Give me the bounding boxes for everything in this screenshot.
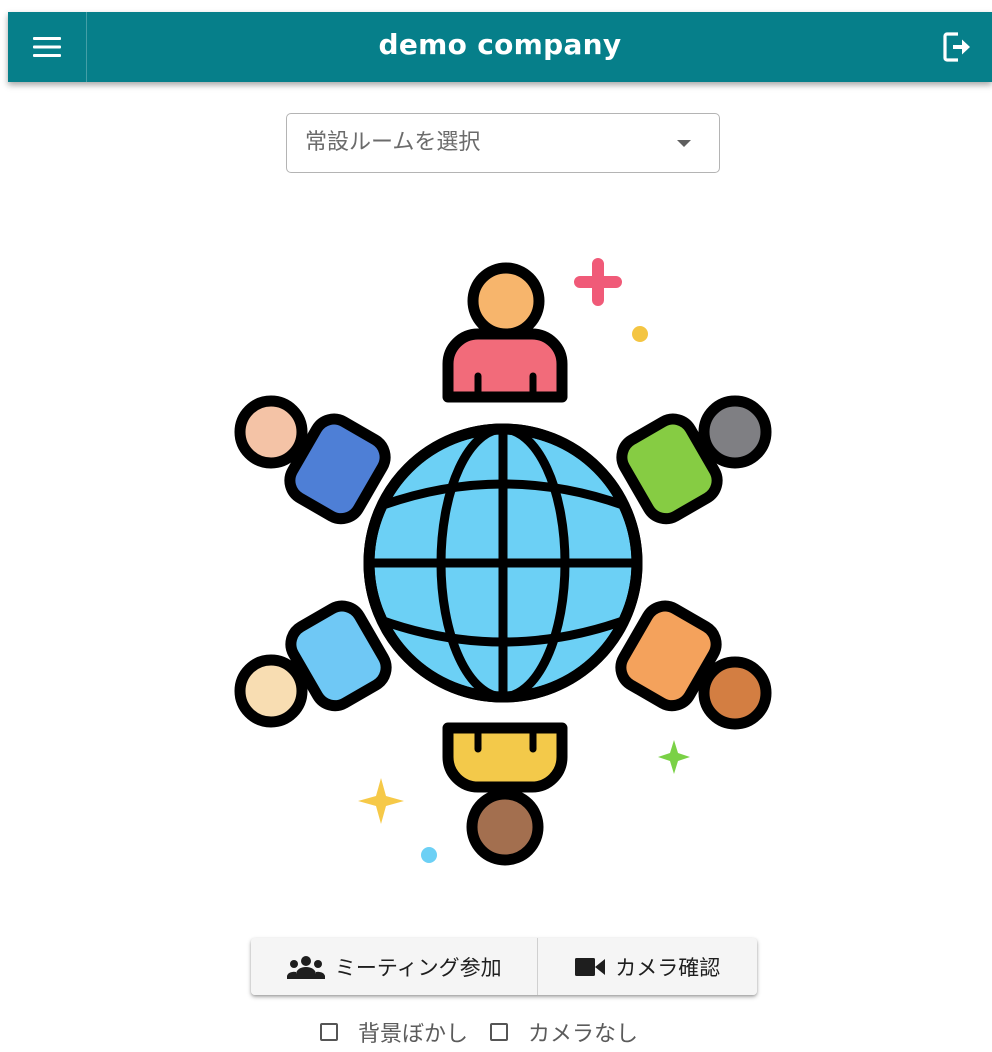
blur-background-label: 背景ぼかし <box>358 1022 469 1047</box>
no-camera-label: カメラなし <box>528 1022 639 1047</box>
action-button-group: ミーティング参加 カメラ確認 <box>251 938 757 995</box>
logout-button[interactable] <box>932 22 982 72</box>
camera-check-label: カメラ確認 <box>615 955 721 980</box>
options-row: 背景ぼかし カメラなし <box>320 1014 660 1050</box>
join-meeting-label: ミーティング参加 <box>334 955 502 980</box>
app-bar: demo company <box>8 12 992 82</box>
no-camera-checkbox[interactable]: カメラなし <box>490 1016 638 1048</box>
camera-check-button[interactable]: カメラ確認 <box>538 938 757 995</box>
global-meeting-illustration-icon <box>234 258 772 866</box>
menu-button[interactable] <box>8 12 87 82</box>
room-select-placeholder: 常設ルームを選択 <box>305 130 481 155</box>
join-meeting-button[interactable]: ミーティング参加 <box>251 938 539 995</box>
checkbox-blank-icon <box>320 1023 338 1041</box>
group-icon <box>286 955 325 979</box>
hamburger-menu-icon <box>33 37 61 57</box>
dropdown-arrow-icon <box>677 140 691 147</box>
checkbox-blank-icon <box>490 1023 509 1041</box>
logout-icon <box>943 32 970 62</box>
videocam-icon <box>575 957 606 976</box>
room-select[interactable]: 常設ルームを選択 <box>286 113 720 173</box>
blur-background-checkbox[interactable]: 背景ぼかし <box>320 1016 468 1048</box>
app-title: demo company <box>378 27 622 61</box>
meeting-illustration <box>230 255 778 879</box>
